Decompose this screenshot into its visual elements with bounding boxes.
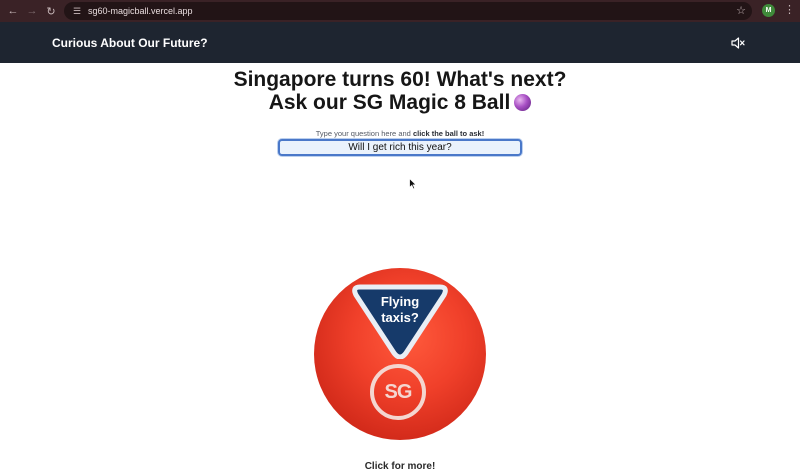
input-hint: Type your question here and click the ba… bbox=[0, 129, 800, 138]
ball-answer-line1: Flying bbox=[380, 294, 420, 309]
url-text: sg60-magicball.vercel.app bbox=[88, 6, 193, 16]
mouse-cursor-icon bbox=[409, 178, 417, 190]
app-title: Curious About Our Future? bbox=[52, 35, 208, 50]
question-input[interactable] bbox=[278, 139, 522, 156]
page-title-line2: Ask our SG Magic 8 Ball bbox=[268, 91, 511, 114]
page-title: Singapore turns 60! What's next? Ask our… bbox=[0, 68, 800, 114]
browser-toolbar: ← → ↻ ☰ sg60-magicball.vercel.app ☆ M ⋮ bbox=[0, 0, 800, 22]
ball-answer-line2: taxis? bbox=[381, 310, 419, 325]
profile-avatar[interactable]: M bbox=[762, 4, 775, 17]
hint-text: Type your question here and bbox=[315, 129, 411, 138]
forward-icon[interactable]: → bbox=[24, 3, 40, 19]
star-icon[interactable]: ☆ bbox=[736, 4, 746, 17]
app-header: Curious About Our Future? bbox=[0, 22, 800, 63]
menu-icon[interactable]: ⋮ bbox=[784, 3, 795, 17]
click-more-label: Click for more! bbox=[364, 461, 436, 472]
page-title-line1: Singapore turns 60! What's next? bbox=[233, 68, 567, 91]
address-bar[interactable]: ☰ sg60-magicball.vercel.app ☆ bbox=[64, 2, 752, 20]
reload-icon[interactable]: ↻ bbox=[43, 3, 59, 19]
back-icon[interactable]: ← bbox=[5, 3, 21, 19]
crystal-ball-icon bbox=[514, 94, 532, 111]
site-info-icon[interactable]: ☰ bbox=[70, 6, 84, 17]
speaker-muted-icon[interactable] bbox=[730, 35, 746, 51]
ball-answer: Flying taxis? bbox=[360, 294, 440, 326]
sg-logo: SG bbox=[370, 364, 426, 420]
hint-bold-text: click the ball to ask! bbox=[412, 129, 485, 138]
